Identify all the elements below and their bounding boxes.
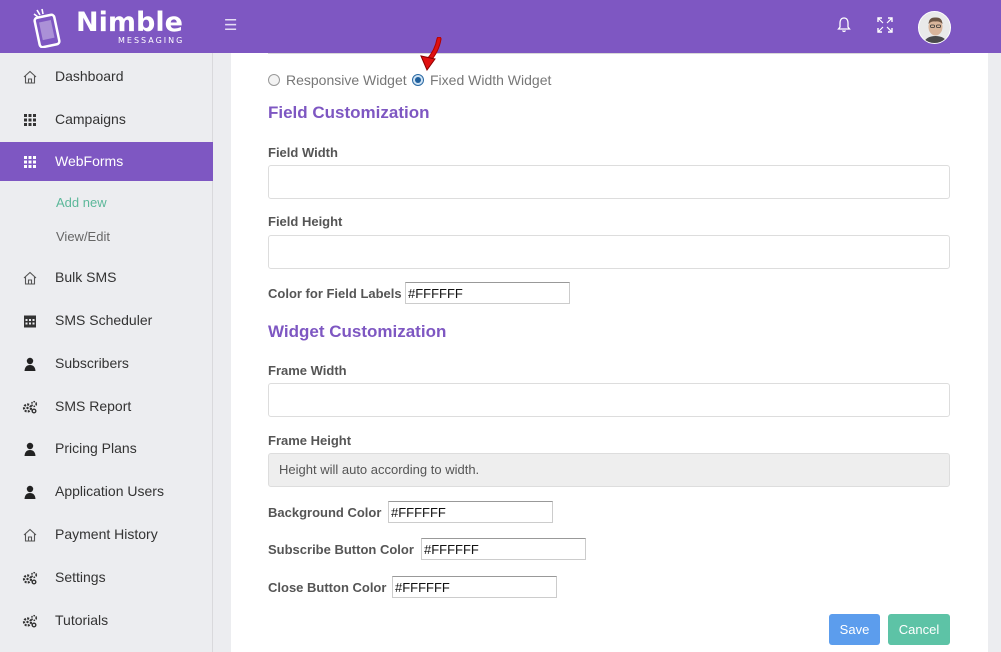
sidebar-item-webforms[interactable]: WebForms [0, 142, 213, 181]
sidebar-item-bulk-sms[interactable]: Bulk SMS [0, 258, 213, 297]
grid-icon [24, 156, 36, 168]
radio-label: Responsive Widget [286, 72, 407, 88]
form-panel [231, 53, 988, 652]
avatar-face-icon [919, 12, 950, 43]
home-icon [23, 528, 37, 542]
sidebar-item-label: Subscribers [55, 355, 129, 371]
phone-logo-icon [33, 8, 61, 48]
sidebar-item-application-users[interactable]: Application Users [0, 472, 213, 511]
sidebar-item-label: Payment History [55, 526, 158, 542]
user-avatar[interactable] [918, 11, 951, 44]
radio-fixed-width-widget[interactable]: Fixed Width Widget [412, 71, 551, 89]
home-icon [23, 70, 37, 84]
home-icon [23, 271, 37, 285]
sidebar-item-label: Application Users [55, 483, 164, 499]
fullscreen-icon[interactable] [876, 16, 894, 34]
field-height-input[interactable] [268, 235, 950, 269]
close-button-color-input[interactable] [392, 576, 557, 598]
calendar-icon [24, 315, 36, 328]
bell-icon[interactable] [836, 16, 852, 34]
sidebar-item-pricing-plans[interactable]: Pricing Plans [0, 429, 213, 468]
sidebar-item-label: Tutorials [55, 612, 109, 628]
sidebar-item-label: SMS Report [55, 398, 132, 414]
sidebar-item-tutorials[interactable]: Tutorials [0, 601, 213, 640]
sidebar-subitem-add-new[interactable]: Add new [56, 195, 107, 210]
section-title-field-customization: Field Customization [268, 103, 430, 122]
sidebar-item-sms-report[interactable]: SMS Report [0, 387, 213, 426]
sidebar-item-campaigns[interactable]: Campaigns [0, 100, 213, 139]
red-arrow-annotation-icon [420, 37, 442, 72]
sidebar-item-dashboard[interactable]: Dashboard [0, 57, 213, 96]
user-icon [24, 485, 36, 499]
brand-name: Nimble [76, 7, 183, 38]
frame-height-label: Frame Height [268, 433, 352, 448]
user-icon [24, 442, 36, 456]
field-height-label: Field Height [268, 214, 343, 229]
radio-button[interactable] [268, 74, 280, 86]
close-button-color-label: Close Button Color [268, 580, 387, 595]
radio-button-selected[interactable] [412, 74, 424, 86]
grid-icon [24, 114, 36, 126]
menu-toggle-icon[interactable]: ☰ [224, 17, 240, 33]
background-color-label: Background Color [268, 505, 382, 520]
background-color-input[interactable] [388, 501, 553, 523]
field-label-color-label: Color for Field Labels [268, 286, 402, 301]
save-button[interactable]: Save [829, 614, 880, 645]
sidebar-item-label: Pricing Plans [55, 440, 137, 456]
sidebar-item-payment-history[interactable]: Payment History [0, 515, 213, 554]
frame-width-input[interactable] [268, 383, 950, 417]
frame-height-field-disabled: Height will auto according to width. [268, 453, 950, 487]
user-icon [24, 357, 36, 371]
sidebar-item-sms-scheduler[interactable]: SMS Scheduler [0, 301, 213, 340]
sidebar-item-label: WebForms [55, 153, 124, 169]
sidebar-item-label: Dashboard [55, 68, 124, 84]
field-label-color-input[interactable] [405, 282, 570, 304]
sidebar-item-subscribers[interactable]: Subscribers [0, 344, 213, 383]
field-width-label: Field Width [268, 145, 338, 160]
sidebar-subitem-view-edit[interactable]: View/Edit [56, 229, 110, 244]
radio-label: Fixed Width Widget [430, 72, 552, 88]
sidebar-item-label: Campaigns [55, 111, 126, 127]
radio-responsive-widget[interactable]: Responsive Widget [268, 71, 407, 89]
subscribe-button-color-input[interactable] [421, 538, 586, 560]
sidebar-item-label: Settings [55, 569, 106, 585]
divider [268, 53, 950, 54]
sidebar-item-label: SMS Scheduler [55, 312, 153, 328]
section-title-widget-customization: Widget Customization [268, 322, 447, 341]
brand-subtitle: MESSAGING [118, 36, 185, 45]
subscribe-button-color-label: Subscribe Button Color [268, 542, 414, 557]
gears-icon [22, 614, 38, 628]
sidebar-item-settings[interactable]: Settings [0, 558, 213, 597]
cancel-button[interactable]: Cancel [888, 614, 950, 645]
gears-icon [22, 571, 38, 585]
top-bar: Nimble MESSAGING ☰ [0, 0, 1001, 53]
field-width-input[interactable] [268, 165, 950, 199]
brand-logo[interactable]: Nimble MESSAGING [28, 6, 188, 48]
sidebar-item-label: Bulk SMS [55, 269, 117, 285]
frame-width-label: Frame Width [268, 363, 347, 378]
gears-icon [22, 400, 38, 414]
